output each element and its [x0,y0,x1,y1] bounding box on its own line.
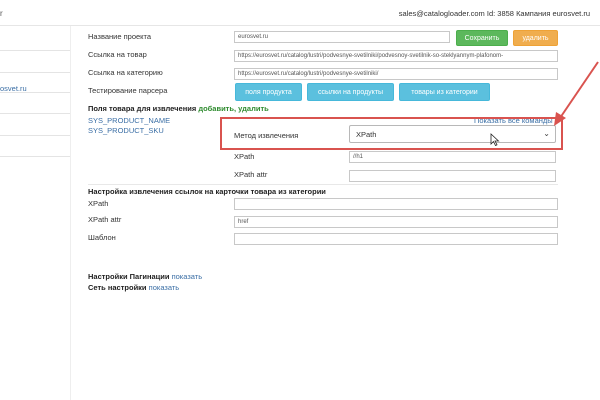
field-item-product-sku[interactable]: SYS_PRODUCT_SKU [88,126,164,135]
links-xpath-label: XPath [88,199,109,208]
extract-fields-heading: Поля товара для извлечения добавить, уда… [88,104,269,113]
product-link-input[interactable]: https://eurosvet.ru/catalog/lustri/podve… [234,50,558,62]
category-link-label: Ссылка на категорию [88,68,163,77]
sidebar-divider [0,113,70,114]
template-input[interactable] [234,233,558,245]
category-link-input[interactable]: https://eurosvet.ru/catalog/lustri/podve… [234,68,558,80]
xpath-attr-input[interactable] [349,170,556,182]
top-bar: r sales@catalogloader.com Id: 3858 Кампа… [0,0,600,26]
section-divider [88,184,558,185]
test-product-links-button[interactable]: ссылки на продукты [307,83,394,101]
network-label: Сеть настройки [88,283,147,292]
xpath-attr-label: XPath attr [234,170,268,179]
delete-field-link[interactable]: удалить [238,104,269,113]
save-button[interactable]: Сохранить [456,30,508,46]
links-setup-heading: Настройка извлечения ссылок на карточки … [88,187,326,196]
annotation-highlight-box [220,117,563,150]
pagination-label: Настройки Пагинации [88,272,170,281]
template-label: Шаблон [88,233,116,242]
brand-text: r [0,9,3,18]
pagination-row: Настройки Пагинации показать [88,272,202,281]
add-field-link[interactable]: добавить [198,104,234,113]
account-info[interactable]: sales@catalogloader.com Id: 3858 Кампани… [399,9,590,18]
mouse-pointer-icon [490,133,500,146]
sidebar-divider [0,72,70,73]
xpath-label: XPath [234,152,255,161]
sidebar-divider [0,156,70,157]
pagination-show-link[interactable]: показать [172,272,203,281]
sidebar [0,26,70,186]
sidebar-item-project[interactable]: osvet.ru [0,84,27,93]
test-category-products-button[interactable]: товары из категории [399,83,490,101]
product-link-label: Ссылка на товар [88,50,147,59]
xpath-input[interactable]: //h1 [349,151,556,163]
links-xpath-attr-input[interactable]: href [234,216,558,228]
extract-fields-title: Поля товара для извлечения [88,104,197,113]
sidebar-border [70,26,71,400]
project-name-label: Название проекта [88,32,152,41]
delete-project-button[interactable]: удалить [513,30,558,46]
network-row: Сеть настройки показать [88,283,179,292]
network-show-link[interactable]: показать [149,283,180,292]
links-xpath-input[interactable] [234,198,558,210]
parser-test-label: Тестирование парсера [88,86,168,95]
link-separator: , [233,104,237,113]
red-arrow-icon [554,61,599,126]
sidebar-divider [0,135,70,136]
project-name-input[interactable]: eurosvet.ru [234,31,450,43]
field-item-product-name[interactable]: SYS_PRODUCT_NAME [88,116,170,125]
links-xpath-attr-label: XPath attr [88,215,122,224]
test-product-fields-button[interactable]: поля продукта [235,83,302,101]
sidebar-divider [0,50,70,51]
